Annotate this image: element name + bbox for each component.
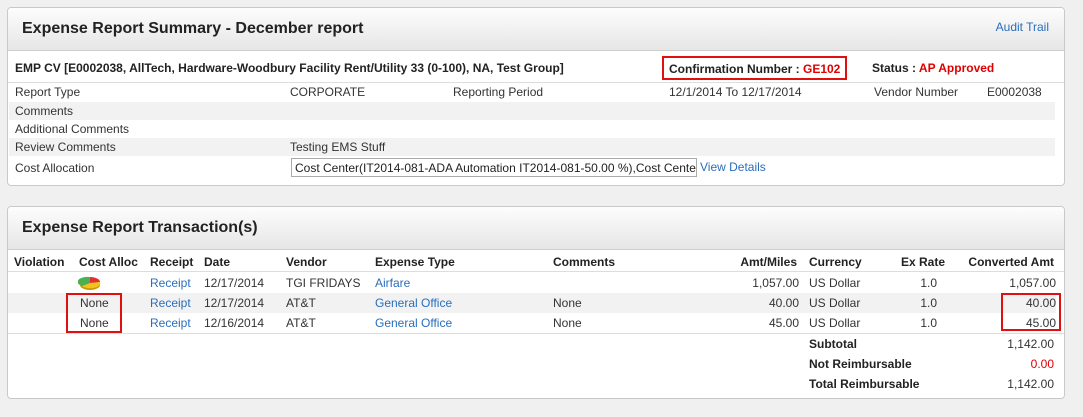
review-comments-row: Review Comments Testing EMS Stuff	[9, 138, 1055, 156]
vendor-number-label: Vendor Number	[874, 85, 959, 99]
receipt-link[interactable]: Receipt	[150, 316, 191, 330]
transactions-header: Expense Report Transaction(s)	[8, 207, 1064, 250]
comments-row: Comments	[9, 102, 1055, 120]
confirmation-label: Confirmation Number :	[669, 62, 803, 76]
row-comments: None	[553, 296, 582, 310]
expense-summary-panel: Expense Report Summary - December report…	[7, 7, 1065, 186]
employee-info-row: EMP CV [E0002038, AllTech, Hardware-Wood…	[8, 51, 1064, 83]
col-converted: Converted Amt	[968, 255, 1054, 269]
review-comments-label: Review Comments	[15, 140, 116, 154]
col-ex-rate: Ex Rate	[900, 255, 945, 269]
row-date: 12/17/2014	[204, 276, 265, 290]
not-reimbursable-value: 0.00	[1030, 357, 1054, 371]
totals-divider	[8, 333, 1064, 334]
col-amt: Amt/Miles	[740, 255, 797, 269]
expense-type-link[interactable]: General Office	[375, 316, 452, 330]
receipt-link[interactable]: Receipt	[150, 276, 191, 290]
reporting-period-label: Reporting Period	[453, 85, 544, 99]
row-date: 12/17/2014	[204, 296, 265, 310]
status-value: AP Approved	[918, 61, 995, 75]
row-currency: US Dollar	[809, 296, 861, 310]
row-ex-rate: 1.0	[920, 296, 937, 310]
row-comments: None	[553, 316, 582, 330]
additional-comments-row: Additional Comments	[9, 120, 1055, 138]
cost-allocation-field[interactable]: Cost Center(IT2014-081-ADA Automation IT…	[291, 158, 697, 177]
cost-allocation-row: Cost Allocation Cost Center(IT2014-081-A…	[9, 157, 1055, 179]
review-comments-value: Testing EMS Stuff	[290, 140, 386, 154]
row-date: 12/16/2014	[204, 316, 265, 330]
row-ex-rate: 1.0	[920, 276, 937, 290]
row-vendor: AT&T	[286, 316, 316, 330]
col-currency: Currency	[809, 255, 862, 269]
summary-title: Expense Report Summary - December report	[22, 20, 364, 37]
summary-header: Expense Report Summary - December report…	[8, 8, 1064, 51]
cost-allocation-label: Cost Allocation	[15, 161, 95, 175]
converted-amt-highlight	[1001, 293, 1061, 331]
row-amt: 45.00	[768, 316, 799, 330]
expense-type-link[interactable]: General Office	[375, 296, 452, 310]
cost-alloc-highlight	[66, 293, 122, 333]
total-reimbursable-value: 1,142.00	[1007, 377, 1054, 391]
col-expense-type: Expense Type	[375, 255, 455, 269]
subtotal-label: Subtotal	[809, 337, 857, 351]
receipt-link[interactable]: Receipt	[150, 296, 191, 310]
not-reimbursable-label: Not Reimbursable	[809, 357, 912, 371]
additional-comments-label: Additional Comments	[15, 122, 130, 136]
row-ex-rate: 1.0	[920, 316, 937, 330]
total-reimbursable-label: Total Reimbursable	[809, 377, 920, 391]
col-comments: Comments	[553, 255, 616, 269]
pie-chart-icon[interactable]	[77, 275, 102, 294]
col-violation: Violation	[14, 255, 65, 269]
comments-label: Comments	[15, 104, 74, 118]
col-receipt: Receipt	[150, 255, 194, 269]
table-row: Receipt 12/17/2014 TGI FRIDAYS Airfare 1…	[8, 273, 1056, 293]
row-vendor: TGI FRIDAYS	[286, 276, 361, 290]
confirmation-value: GE102	[803, 62, 841, 76]
view-details-link[interactable]: View Details	[700, 160, 766, 174]
transactions-title: Expense Report Transaction(s)	[22, 219, 258, 236]
row-currency: US Dollar	[809, 276, 861, 290]
row-amt: 40.00	[768, 296, 799, 310]
col-date: Date	[204, 255, 231, 269]
audit-trail-link[interactable]: Audit Trail	[996, 20, 1049, 34]
header-divider	[8, 271, 1064, 272]
status-label: Status :	[872, 61, 919, 75]
table-row: None Receipt 12/16/2014 AT&T General Off…	[8, 313, 1056, 333]
col-cost-alloc: Cost Alloc	[79, 255, 138, 269]
row-vendor: AT&T	[286, 296, 316, 310]
col-vendor: Vendor	[286, 255, 327, 269]
row-converted: 1,057.00	[1009, 276, 1056, 290]
reporting-period-value: 12/1/2014 To 12/17/2014	[669, 85, 802, 99]
report-type-row: Report Type CORPORATE Reporting Period 1…	[9, 83, 1055, 101]
confirmation-number: Confirmation Number : GE102	[662, 56, 847, 80]
row-currency: US Dollar	[809, 316, 861, 330]
subtotal-value: 1,142.00	[1007, 337, 1054, 351]
employee-details: EMP CV [E0002038, AllTech, Hardware-Wood…	[15, 61, 564, 75]
table-row: None Receipt 12/17/2014 AT&T General Off…	[8, 293, 1056, 313]
transactions-panel: Expense Report Transaction(s) Violation …	[7, 206, 1065, 399]
row-amt: 1,057.00	[752, 276, 799, 290]
vendor-number-value: E0002038	[987, 85, 1042, 99]
report-type-value: CORPORATE	[290, 85, 366, 99]
report-type-label: Report Type	[15, 85, 81, 99]
status: Status : AP Approved	[872, 61, 994, 75]
expense-type-link[interactable]: Airfare	[375, 276, 410, 290]
